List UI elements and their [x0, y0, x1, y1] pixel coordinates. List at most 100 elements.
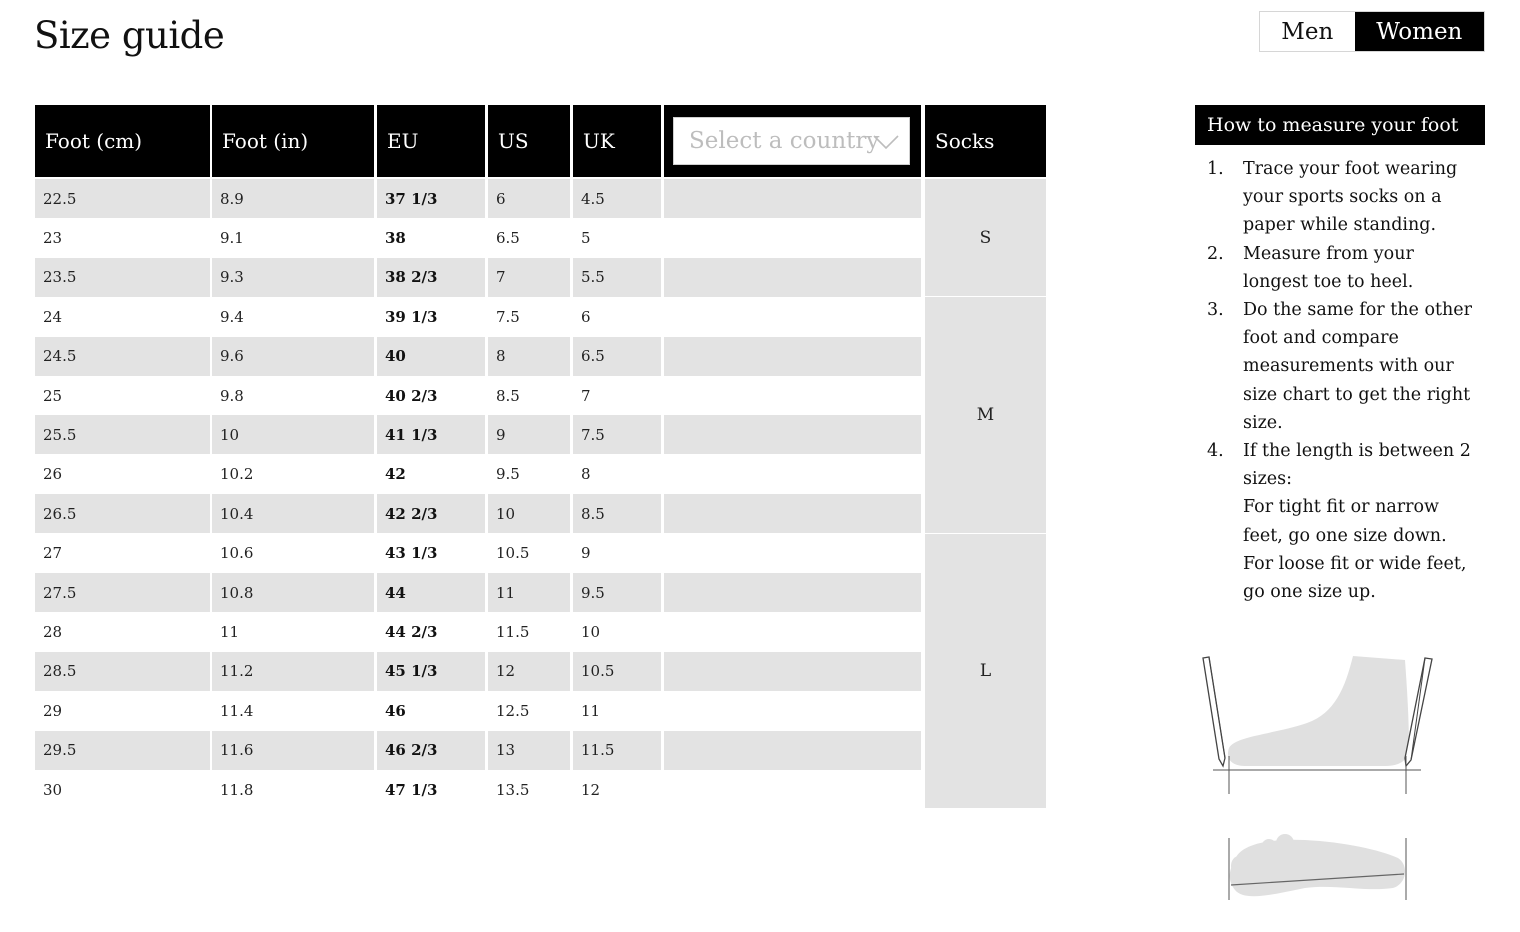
cell-foot-in: 10.6: [220, 544, 254, 563]
cell-foot-in: 10: [212, 415, 374, 455]
cell-foot-cm: 28.5: [35, 651, 210, 691]
cell-foot-in: 11.8: [220, 780, 254, 799]
table-row: 29 11.4 46 12.5 11: [35, 691, 921, 730]
cell-uk: 11.5: [573, 730, 661, 770]
cell-us: 11.5: [496, 622, 530, 641]
cell-foot-cm: 25.5: [35, 415, 210, 455]
cell-uk: 9: [581, 544, 591, 563]
cell-foot-in: 10.8: [212, 573, 374, 612]
step-text: Do the same for the other foot and compa…: [1243, 300, 1473, 433]
cell-us: 10: [488, 494, 570, 534]
socks-size-m: M: [925, 297, 1046, 533]
cell-foot-in: 9.8: [220, 386, 244, 405]
table-row: 24.5 9.6 40 8 6.5: [35, 336, 921, 376]
table-row: 23 9.1 38 6.5 5: [35, 218, 921, 257]
foot-measure-illustration: [1202, 656, 1433, 900]
men-button[interactable]: Men: [1260, 12, 1355, 51]
cell-uk: 9.5: [573, 573, 661, 612]
step-number: 4.: [1207, 441, 1224, 462]
cell-eu: 40 2/3: [385, 386, 438, 405]
cell-us: 8.5: [496, 386, 520, 405]
cell-foot-cm: 25: [43, 386, 63, 405]
how-to-measure-title: How to measure your foot: [1195, 105, 1485, 145]
cell-eu: 46: [385, 701, 406, 720]
cell-us: 12.5: [496, 701, 530, 720]
cell-country: [664, 770, 921, 809]
cell-uk: 10: [581, 622, 601, 641]
cell-eu: 38: [385, 228, 406, 247]
cell-foot-in: 9.3: [212, 257, 374, 297]
cell-foot-cm: 26.5: [35, 494, 210, 534]
table-row: 22.5 8.9 37 1/3 6 4.5: [35, 179, 921, 218]
table-row: 25 9.8 40 2/3 8.5 7: [35, 376, 921, 415]
cell-foot-cm: 29: [43, 701, 63, 720]
cell-country: [664, 376, 921, 415]
cell-country: [664, 651, 921, 691]
cell-foot-cm: 24: [43, 307, 63, 326]
cell-us: 9: [488, 415, 570, 455]
header-foot-in: Foot (in): [212, 105, 374, 177]
cell-uk: 12: [581, 780, 601, 799]
cell-uk: 8.5: [573, 494, 661, 534]
how-to-step: 1. Trace your foot wearing your sports so…: [1207, 155, 1479, 240]
cell-foot-cm: 24.5: [35, 336, 210, 376]
cell-eu: 38 2/3: [377, 257, 485, 297]
cell-uk: 4.5: [573, 179, 661, 218]
cell-eu: 44 2/3: [385, 622, 438, 641]
cell-foot-in: 11.2: [212, 651, 374, 691]
cell-foot-in: 10.4: [212, 494, 374, 534]
cell-foot-cm: 29.5: [35, 730, 210, 770]
cell-us: 8: [488, 336, 570, 376]
cell-country: [664, 179, 921, 218]
cell-us: 13: [488, 730, 570, 770]
cell-eu: 47 1/3: [385, 780, 438, 799]
step-text: Trace your foot wearing your sports sock…: [1243, 159, 1458, 236]
table-row: 28 11 44 2/3 11.5 10: [35, 612, 921, 651]
cell-eu: 39 1/3: [385, 307, 438, 326]
step-extra-text: For tight fit or narrow feet, go one siz…: [1243, 497, 1467, 603]
table-row: 25.5 10 41 1/3 9 7.5: [35, 415, 921, 455]
cell-eu: 40: [377, 336, 485, 376]
cell-foot-in: 9.4: [220, 307, 244, 326]
women-button[interactable]: Women: [1354, 12, 1484, 51]
table-row: 30 11.8 47 1/3 13.5 12: [35, 770, 921, 809]
cell-country: [664, 257, 921, 297]
how-to-steps: 1. Trace your foot wearing your sports so…: [1207, 155, 1479, 606]
step-text: If the length is between 2 sizes:: [1243, 441, 1471, 490]
table-row: 23.5 9.3 38 2/3 7 5.5: [35, 257, 921, 297]
cell-country: [664, 455, 921, 494]
step-number: 1.: [1207, 159, 1224, 179]
step-number: 3.: [1207, 300, 1224, 321]
header-us: US: [488, 105, 570, 177]
cell-country: [664, 612, 921, 651]
cell-country: [664, 336, 921, 376]
cell-foot-cm: 27: [43, 544, 63, 563]
cell-country: [664, 573, 921, 612]
header-uk: UK: [573, 105, 661, 177]
cell-eu: 45 1/3: [377, 651, 485, 691]
how-to-step: 3. Do the same for the other foot and com…: [1207, 296, 1479, 437]
cell-foot-cm: 27.5: [35, 573, 210, 612]
cell-us: 11: [488, 573, 570, 612]
step-number: 2.: [1207, 243, 1224, 264]
table-row: 28.5 11.2 45 1/3 12 10.5: [35, 651, 921, 691]
country-select-placeholder: Select a country: [689, 128, 880, 154]
how-to-step: 2. Measure from your longest toe to heel.: [1207, 240, 1479, 296]
cell-foot-in: 8.9: [212, 179, 374, 218]
cell-uk: 6.5: [573, 336, 661, 376]
header-eu: EU: [377, 105, 485, 177]
cell-foot-cm: 28: [43, 622, 63, 641]
country-select[interactable]: Select a country: [673, 117, 910, 165]
cell-eu: 42: [385, 465, 406, 484]
table-row: 26 10.2 42 9.5 8: [35, 455, 921, 494]
cell-country: [664, 691, 921, 730]
cell-eu: 41 1/3: [377, 415, 485, 455]
socks-size-l: L: [925, 533, 1046, 809]
cell-foot-in: 11: [220, 622, 240, 641]
cell-uk: 6: [581, 307, 591, 326]
cell-us: 6.5: [496, 228, 520, 247]
cell-country: [664, 415, 921, 455]
cell-us: 6: [488, 179, 570, 218]
cell-foot-cm: 22.5: [35, 179, 210, 218]
page-title: Size guide: [34, 14, 225, 57]
